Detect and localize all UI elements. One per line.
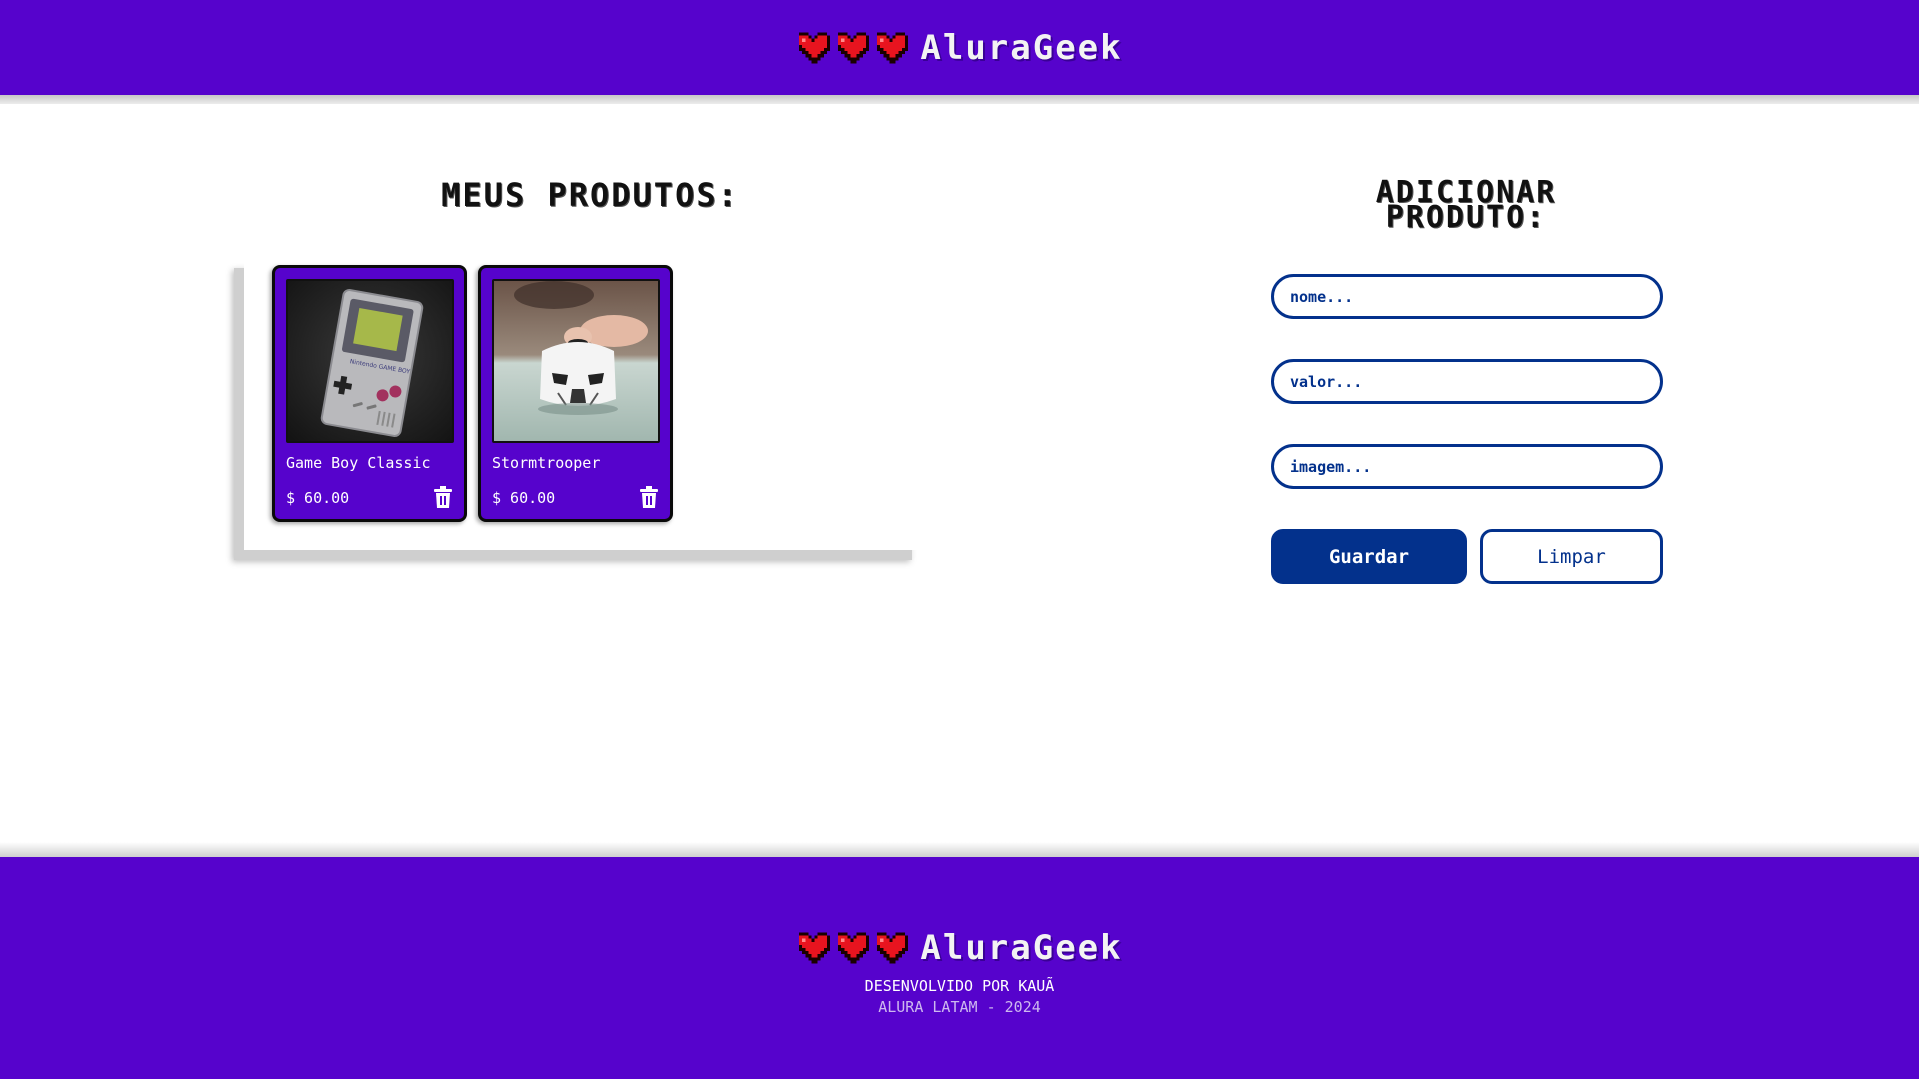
add-product-title-line2: PRODUTO: — [1385, 200, 1547, 235]
trash-icon[interactable] — [433, 486, 453, 508]
pixel-heart-icon — [835, 32, 870, 63]
image-input[interactable] — [1271, 444, 1663, 489]
pixel-heart-icon — [796, 932, 831, 964]
clear-button[interactable]: Limpar — [1480, 529, 1663, 584]
brand-name: AluraGeek — [920, 27, 1123, 68]
add-product-title: ADICIONAR PRODUTO: — [1268, 178, 1664, 233]
brand-logo[interactable]: AluraGeek — [796, 28, 1122, 68]
pixel-heart-icon — [874, 32, 909, 63]
name-input[interactable] — [1271, 274, 1663, 319]
product-name: Game Boy Classic — [286, 454, 431, 472]
product-card: Nintendo GAME BOY Game Boy Classic $ 60.… — [272, 265, 467, 522]
pixel-heart-icon — [796, 32, 831, 63]
save-button[interactable]: Guardar — [1271, 529, 1467, 584]
site-footer: AluraGeek DESENVOLVIDO POR KAUÃ ALURA LA… — [0, 857, 1919, 1079]
footer-brand-name: AluraGeek — [920, 928, 1123, 968]
footer-brand-logo[interactable]: AluraGeek — [0, 928, 1919, 968]
site-header: AluraGeek — [0, 0, 1919, 95]
hearts-logo — [796, 32, 909, 64]
game-boy-image: Nintendo GAME BOY — [286, 279, 454, 443]
pixel-heart-icon — [874, 932, 909, 964]
product-name: Stormtrooper — [492, 454, 601, 472]
footer-divider — [0, 842, 1919, 857]
pixel-heart-icon — [835, 932, 870, 964]
product-price: $ 60.00 — [286, 489, 350, 507]
trash-icon[interactable] — [639, 486, 659, 508]
value-input[interactable] — [1271, 359, 1663, 404]
product-price: $ 60.00 — [492, 489, 556, 507]
copyright: ALURA LATAM - 2024 — [878, 998, 1041, 1016]
product-card: Stormtrooper $ 60.00 — [478, 265, 673, 522]
header-divider — [0, 95, 1919, 104]
stormtrooper-image — [492, 279, 660, 443]
developer-credit: DESENVOLVIDO POR KAUÃ — [864, 977, 1055, 995]
products-title: MEUS PRODUTOS: — [441, 176, 739, 214]
hearts-logo — [796, 932, 909, 964]
